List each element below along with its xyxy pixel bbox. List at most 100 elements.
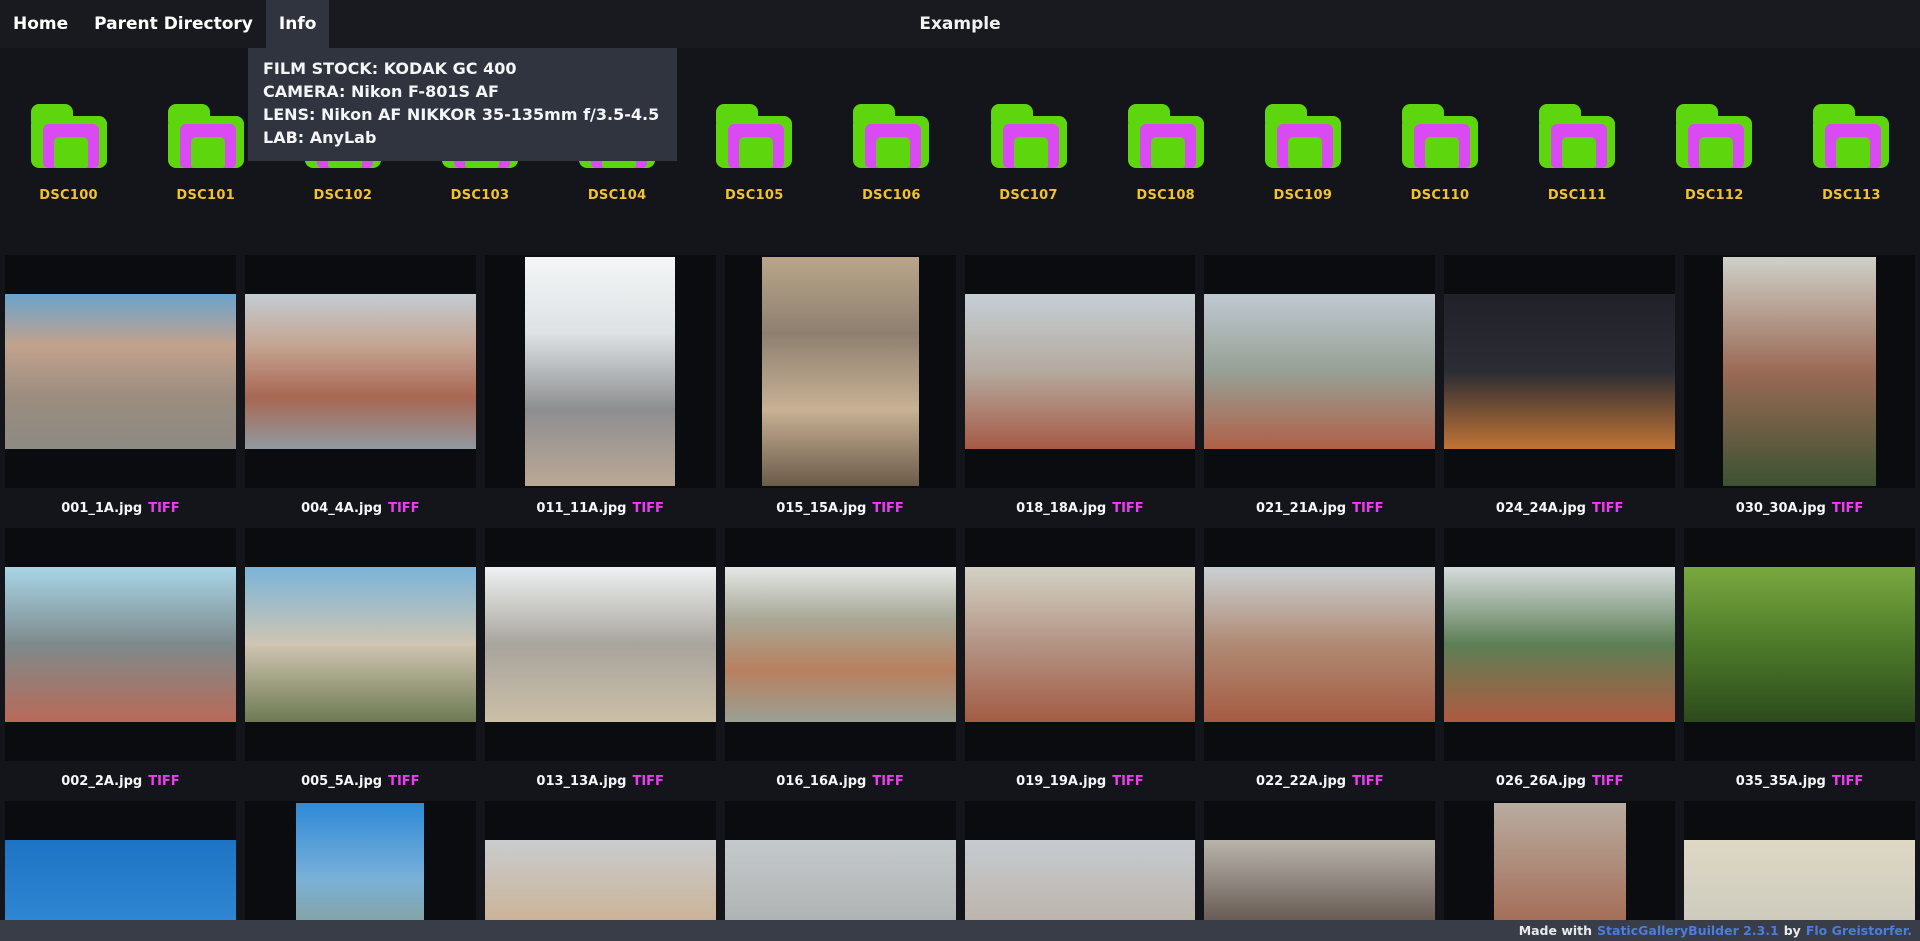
photo-cell: 002_2A.jpg TIFF: [5, 528, 236, 801]
info-line: FILM STOCK: KODAK GC 400: [263, 57, 659, 80]
nav-home[interactable]: Home: [0, 0, 81, 48]
photo-filename-link[interactable]: 004_4A.jpg: [301, 501, 382, 516]
photo-thumbnail-019_19A.jpg[interactable]: [965, 528, 1196, 761]
photo-tiff-link[interactable]: TIFF: [1592, 774, 1623, 789]
photo-tiff-link[interactable]: TIFF: [388, 774, 419, 789]
folder-label: DSC102: [314, 188, 373, 203]
photo-filename-link[interactable]: 030_30A.jpg: [1736, 501, 1826, 516]
folder-inner: [54, 137, 88, 168]
folder-front: [180, 124, 236, 168]
folder-item-dsc112[interactable]: DSC112: [1646, 104, 1783, 203]
photo-tiff-link[interactable]: TIFF: [1352, 774, 1383, 789]
photo-tiff-link[interactable]: TIFF: [1832, 501, 1863, 516]
photo-tiff-link[interactable]: TIFF: [1592, 501, 1623, 516]
photo-thumbnail-018_18A.jpg[interactable]: [965, 255, 1196, 488]
nav-parent-directory[interactable]: Parent Directory: [81, 0, 266, 48]
photo-thumbnail-016_16A.jpg[interactable]: [725, 528, 956, 761]
photo-thumbnail-035_35A.jpg[interactable]: [1684, 528, 1915, 761]
folder-inner: [739, 137, 773, 168]
photo-thumbnail-022_22A.jpg[interactable]: [1204, 528, 1435, 761]
photo-thumbnail-005_5A.jpg[interactable]: [245, 528, 476, 761]
photo-tiff-link[interactable]: TIFF: [1352, 501, 1383, 516]
folder-icon: [1813, 104, 1889, 168]
photo-tiff-link[interactable]: TIFF: [1832, 774, 1863, 789]
photo-caption: 019_19A.jpg TIFF: [965, 761, 1196, 801]
folder-item-dsc107[interactable]: DSC107: [960, 104, 1097, 203]
photo-thumbnail-026_26A.jpg[interactable]: [1444, 528, 1675, 761]
photo-tiff-link[interactable]: TIFF: [632, 774, 663, 789]
folder-item-dsc110[interactable]: DSC110: [1371, 104, 1508, 203]
folder-item-dsc100[interactable]: DSC100: [0, 104, 137, 203]
photo-cell: 016_16A.jpg TIFF: [725, 528, 956, 801]
photo-cell: 013_13A.jpg TIFF: [485, 528, 716, 801]
photo-filename-link[interactable]: 024_24A.jpg: [1496, 501, 1586, 516]
photo-thumbnail-001_1A.jpg[interactable]: [5, 255, 236, 488]
builder-link[interactable]: StaticGalleryBuilder 2.3.1: [1597, 923, 1779, 938]
thumbnail-image: [245, 294, 476, 449]
thumbnail-image: [1723, 257, 1876, 486]
photo-filename-link[interactable]: 015_15A.jpg: [776, 501, 866, 516]
folder-inner: [191, 137, 225, 168]
photo-cell: 001_1A.jpg TIFF: [5, 255, 236, 528]
thumbnail-image: [5, 294, 236, 449]
photo-caption: 011_11A.jpg TIFF: [485, 488, 716, 528]
photo-tiff-link[interactable]: TIFF: [1112, 501, 1143, 516]
photo-tiff-link[interactable]: TIFF: [872, 774, 903, 789]
photo-tiff-link[interactable]: TIFF: [148, 501, 179, 516]
photo-tiff-link[interactable]: TIFF: [632, 501, 663, 516]
folder-item-dsc109[interactable]: DSC109: [1234, 104, 1371, 203]
photo-cell: 018_18A.jpg TIFF: [965, 255, 1196, 528]
photo-caption: 001_1A.jpg TIFF: [5, 488, 236, 528]
photo-cell: 026_26A.jpg TIFF: [1444, 528, 1675, 801]
photo-tiff-link[interactable]: TIFF: [388, 501, 419, 516]
info-line: LENS: Nikon AF NIKKOR 35-135mm f/3.5-4.5: [263, 103, 659, 126]
photo-filename-link[interactable]: 026_26A.jpg: [1496, 774, 1586, 789]
thumbnail-image: [762, 257, 919, 486]
photo-thumbnail-004_4A.jpg[interactable]: [245, 255, 476, 488]
photo-tiff-link[interactable]: TIFF: [872, 501, 903, 516]
photo-filename-link[interactable]: 011_11A.jpg: [536, 501, 626, 516]
thumbnail-image: [1204, 567, 1435, 722]
photo-filename-link[interactable]: 019_19A.jpg: [1016, 774, 1106, 789]
thumbnail-image: [725, 567, 956, 722]
footer-made-with-text: Made with: [1519, 923, 1592, 938]
photo-caption: 026_26A.jpg TIFF: [1444, 761, 1675, 801]
photo-thumbnail-002_2A.jpg[interactable]: [5, 528, 236, 761]
photo-filename-link[interactable]: 021_21A.jpg: [1256, 501, 1346, 516]
photo-filename-link[interactable]: 035_35A.jpg: [1736, 774, 1826, 789]
photo-thumbnail-011_11A.jpg[interactable]: [485, 255, 716, 488]
photo-thumbnail-030_30A.jpg[interactable]: [1684, 255, 1915, 488]
photo-thumbnail-024_24A.jpg[interactable]: [1444, 255, 1675, 488]
photo-thumbnail-015_15A.jpg[interactable]: [725, 255, 956, 488]
folder-item-dsc111[interactable]: DSC111: [1509, 104, 1646, 203]
photo-cell: 021_21A.jpg TIFF: [1204, 255, 1435, 528]
folder-label: DSC106: [862, 188, 921, 203]
photo-filename-link[interactable]: 018_18A.jpg: [1016, 501, 1106, 516]
folder-icon: [1128, 104, 1204, 168]
folder-item-dsc106[interactable]: DSC106: [823, 104, 960, 203]
author-link[interactable]: Flo Greistorfer.: [1806, 923, 1912, 938]
photo-tiff-link[interactable]: TIFF: [1112, 774, 1143, 789]
nav-info-tab[interactable]: Info: [266, 0, 330, 48]
photo-filename-link[interactable]: 005_5A.jpg: [301, 774, 382, 789]
folder-item-dsc105[interactable]: DSC105: [686, 104, 823, 203]
photo-thumbnail-013_13A.jpg[interactable]: [485, 528, 716, 761]
photo-filename-link[interactable]: 016_16A.jpg: [776, 774, 866, 789]
photo-filename-link[interactable]: 022_22A.jpg: [1256, 774, 1346, 789]
photo-thumbnail-021_21A.jpg[interactable]: [1204, 255, 1435, 488]
folder-front: [865, 124, 921, 168]
info-line: CAMERA: Nikon F-801S AF: [263, 80, 659, 103]
folder-icon: [31, 104, 107, 168]
photo-cell: 022_22A.jpg TIFF: [1204, 528, 1435, 801]
photo-caption: 002_2A.jpg TIFF: [5, 761, 236, 801]
folder-label: DSC110: [1411, 188, 1470, 203]
folder-item-dsc113[interactable]: DSC113: [1783, 104, 1920, 203]
photo-filename-link[interactable]: 001_1A.jpg: [61, 501, 142, 516]
photo-caption: 021_21A.jpg TIFF: [1204, 488, 1435, 528]
folder-item-dsc108[interactable]: DSC108: [1097, 104, 1234, 203]
folder-label: DSC105: [725, 188, 784, 203]
photo-tiff-link[interactable]: TIFF: [148, 774, 179, 789]
folder-label: DSC104: [588, 188, 647, 203]
photo-filename-link[interactable]: 013_13A.jpg: [536, 774, 626, 789]
photo-filename-link[interactable]: 002_2A.jpg: [61, 774, 142, 789]
